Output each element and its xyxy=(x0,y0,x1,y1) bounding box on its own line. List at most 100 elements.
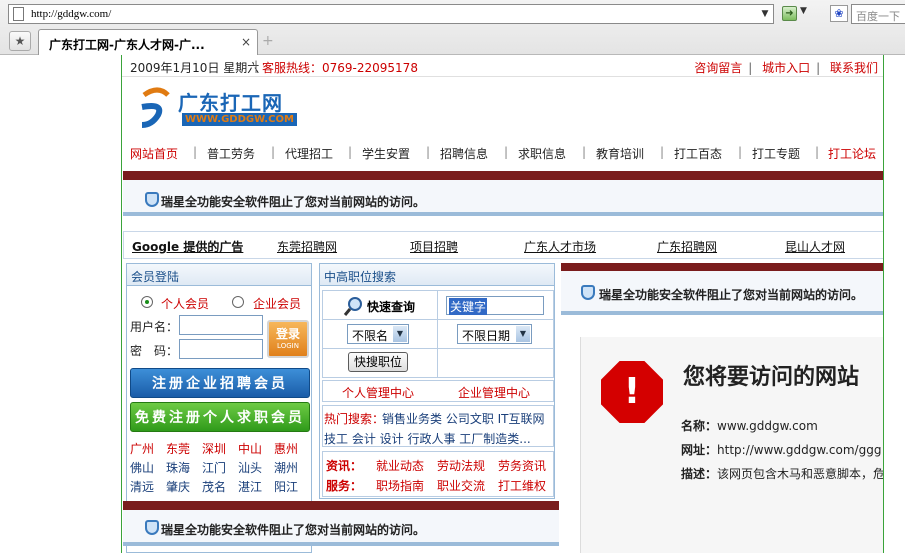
name-select[interactable]: 不限名 ▼ xyxy=(347,324,409,344)
value: www.gddgw.com xyxy=(717,419,818,433)
nav-agency[interactable]: 代理招工 xyxy=(285,145,333,162)
nav-divider: | xyxy=(582,145,587,159)
service-link[interactable]: 职业交流 xyxy=(437,477,485,494)
city-link[interactable]: 东莞 xyxy=(166,440,190,457)
radio-label: 个人会员 xyxy=(161,297,210,311)
blocked-banner: 瑞星全功能安全软件阻止了您对当前网站的访问。 xyxy=(123,510,559,546)
new-tab-button[interactable]: + xyxy=(262,33,274,49)
date-text: 2009年1月10日 星期六 xyxy=(130,61,260,75)
city-link[interactable]: 潮州 xyxy=(274,459,298,476)
city-link[interactable]: 江门 xyxy=(202,459,226,476)
web-page: 2009年1月10日 星期六 | 客服热线：0769-22095178 咨询留言… xyxy=(121,55,884,553)
info-label: 资讯： xyxy=(326,459,363,473)
warning-stop-icon: ! xyxy=(601,361,663,423)
date-select[interactable]: 不限日期 ▼ xyxy=(457,324,532,344)
username-label: 用户名： xyxy=(130,320,179,334)
close-icon[interactable]: × xyxy=(241,35,251,49)
quick-cell: 快速查询 xyxy=(322,290,438,320)
info-link[interactable]: 劳动法规 xyxy=(437,457,485,474)
city-link[interactable]: 中山 xyxy=(238,440,262,457)
chevron-down-icon[interactable]: ▼ xyxy=(800,6,807,16)
value: http://www.gddgw.com/ggg xyxy=(717,443,882,457)
city-link[interactable]: 惠州 xyxy=(274,440,298,457)
nav-jobseek[interactable]: 求职信息 xyxy=(518,145,566,162)
shield-icon xyxy=(145,192,159,207)
magnifier-icon xyxy=(343,297,362,316)
nav-home[interactable]: 网站首页 xyxy=(130,145,178,162)
service-label: 服务： xyxy=(326,479,363,493)
go-button[interactable]: ➜ xyxy=(782,6,797,21)
logo-mark-icon xyxy=(141,87,170,128)
info-link[interactable]: 劳务资讯 xyxy=(498,457,546,474)
star-icon[interactable]: ★ xyxy=(9,31,31,51)
city-link[interactable]: 湛江 xyxy=(238,478,262,495)
password-label: 密 码： xyxy=(130,344,179,358)
nav-divider: | xyxy=(193,145,198,159)
company-center-link[interactable]: 企业管理中心 xyxy=(458,384,530,401)
city-link[interactable]: 珠海 xyxy=(166,459,190,476)
nav-forum[interactable]: 打工论坛 xyxy=(828,145,876,162)
warning-panel: ! 您将要访问的网站 名称：www.gddgw.com 网址：http://ww… xyxy=(580,337,884,553)
radio-label: 企业会员 xyxy=(253,297,302,311)
service-link[interactable]: 打工维权 xyxy=(498,477,546,494)
blocked-frame: 瑞星全功能安全软件阻止了您对当前网站的访问。 ! 您将要访问的网站 名称：www… xyxy=(561,263,884,553)
browser-chrome: http://gddgw.com/ ▼ ➜ ▼ ❀ 百度一下 ★ 广东打工网-广… xyxy=(0,0,905,55)
blocked-bar xyxy=(123,501,559,510)
register-person-button[interactable]: 免费注册个人求职会员 xyxy=(130,402,310,432)
shield-icon xyxy=(581,285,595,300)
url-text[interactable]: http://gddgw.com/ xyxy=(31,8,111,20)
nav-training[interactable]: 教育培训 xyxy=(596,145,644,162)
city-link[interactable]: 汕头 xyxy=(238,459,262,476)
value: 该网页包含木马和恶意脚本，危 xyxy=(717,467,884,481)
personal-center-link[interactable]: 个人管理中心 xyxy=(342,384,414,401)
ads-title[interactable]: Google 提供的广告 xyxy=(132,238,243,255)
city-link[interactable]: 佛山 xyxy=(130,459,154,476)
radio-personal[interactable] xyxy=(141,296,153,308)
nav-worklife[interactable]: 打工百态 xyxy=(674,145,722,162)
radio-company[interactable] xyxy=(232,296,244,308)
top-bar: 2009年1月10日 星期六 | 客服热线：0769-22095178 咨询留言… xyxy=(122,55,883,77)
password-field[interactable] xyxy=(179,339,263,359)
city-link[interactable]: 深圳 xyxy=(202,440,226,457)
nav-general-labor[interactable]: 普工劳务 xyxy=(207,145,255,162)
link-feedback[interactable]: 咨询留言 xyxy=(694,61,742,75)
top-links: 咨询留言 | 城市入口 | 联系我们 xyxy=(694,61,878,75)
chevron-down-icon[interactable]: ▼ xyxy=(516,326,530,342)
hot-keywords[interactable]: 销售业务类 公司文职 IT互联网 xyxy=(382,410,545,427)
select-value: 不限名 xyxy=(352,329,389,343)
username-field[interactable] xyxy=(179,315,263,335)
keyword-input[interactable]: 关键字 xyxy=(446,296,544,315)
link-contact[interactable]: 联系我们 xyxy=(830,61,878,75)
city-link[interactable]: 清远 xyxy=(130,478,154,495)
tab-strip: ★ 广东打工网-广东人才网-广... × + xyxy=(0,28,905,55)
site-logo[interactable]: 广东打工网 WWW.GDDGW.COM xyxy=(138,85,298,131)
chevron-down-icon[interactable]: ▼ xyxy=(393,326,407,342)
register-company-button[interactable]: 注册企业招聘会员 xyxy=(130,368,310,398)
ad-link[interactable]: 昆山人才网 xyxy=(785,238,845,255)
ad-link[interactable]: 广东招聘网 xyxy=(657,238,717,255)
baidu-paw-icon[interactable]: ❀ xyxy=(830,5,848,22)
link-city-entry[interactable]: 城市入口 xyxy=(762,61,810,75)
panel-title: 会员登陆 xyxy=(127,264,311,286)
login-button[interactable]: 登录 LOGIN xyxy=(267,320,309,358)
search-input[interactable]: 百度一下 xyxy=(851,4,905,24)
ad-link[interactable]: 广东人才市场 xyxy=(524,238,596,255)
quick-search-button[interactable]: 快搜职位 xyxy=(348,352,408,372)
select-value: 不限日期 xyxy=(462,329,511,343)
ad-link[interactable]: 东莞招聘网 xyxy=(277,238,337,255)
service-link[interactable]: 职场指南 xyxy=(376,477,424,494)
hot-keywords[interactable]: 技工 会计 设计 行政人事 工厂制造类... xyxy=(324,430,531,447)
city-link[interactable]: 肇庆 xyxy=(166,478,190,495)
job-search-panel: 中高职位搜索 快速查询 关键字 不限名 ▼ 不限日期 ▼ 快搜职位 个人管理中心… xyxy=(319,263,555,499)
chevron-down-icon[interactable]: ▼ xyxy=(759,7,771,21)
city-link[interactable]: 广州 xyxy=(130,440,154,457)
address-bar[interactable]: http://gddgw.com/ ▼ xyxy=(8,4,774,24)
nav-recruit[interactable]: 招聘信息 xyxy=(440,145,488,162)
tab-active[interactable]: 广东打工网-广东人才网-广... × xyxy=(38,29,258,55)
ad-link[interactable]: 项目招聘 xyxy=(410,238,458,255)
nav-student[interactable]: 学生安置 xyxy=(362,145,410,162)
nav-topics[interactable]: 打工专题 xyxy=(752,145,800,162)
info-link[interactable]: 就业动态 xyxy=(376,457,424,474)
city-link[interactable]: 茂名 xyxy=(202,478,226,495)
city-link[interactable]: 阳江 xyxy=(274,478,298,495)
